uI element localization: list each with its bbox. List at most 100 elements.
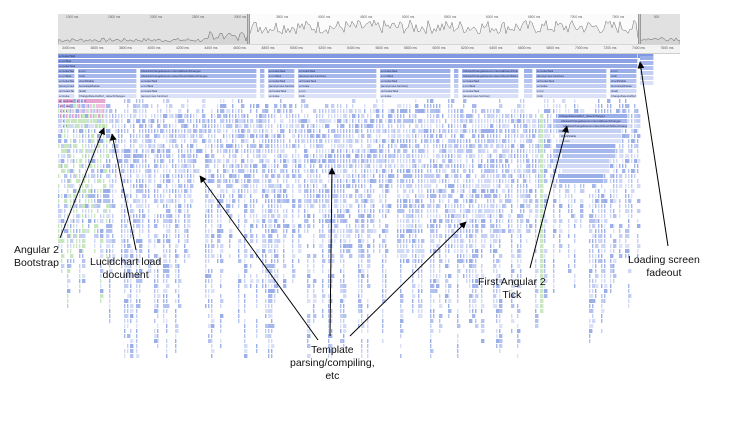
flame-bar[interactable] <box>412 179 414 183</box>
flame-bar[interactable] <box>490 219 492 223</box>
flame-bar[interactable] <box>124 179 126 183</box>
flame-bar[interactable] <box>244 214 246 218</box>
flame-bar[interactable] <box>343 239 347 243</box>
flame-bar[interactable] <box>589 339 591 343</box>
flame-bar[interactable] <box>448 124 450 128</box>
flame-bar[interactable] <box>256 189 258 193</box>
flame-bar[interactable] <box>340 184 342 188</box>
flame-bar[interactable] <box>406 144 408 148</box>
flame-bar[interactable] <box>370 114 372 118</box>
flame-bar[interactable] <box>229 114 231 118</box>
flame-bar[interactable] <box>376 139 378 143</box>
flame-bar[interactable] <box>334 219 336 223</box>
flame-bar[interactable] <box>187 149 189 153</box>
flame-bar[interactable] <box>260 79 265 83</box>
flame-bar[interactable] <box>481 194 483 198</box>
flame-bar[interactable] <box>61 234 63 238</box>
flame-bar[interactable] <box>106 169 108 173</box>
flame-bar[interactable] <box>460 194 464 198</box>
flame-bar[interactable] <box>142 129 144 133</box>
flame-bar[interactable] <box>211 269 213 273</box>
flame-bar[interactable] <box>286 174 290 178</box>
flame-bar[interactable] <box>439 214 441 218</box>
flame-bar[interactable] <box>91 189 93 193</box>
flame-bar[interactable] <box>475 259 477 263</box>
flame-bar[interactable] <box>418 189 420 193</box>
flame-bar[interactable] <box>166 174 170 178</box>
flame-bar[interactable] <box>271 144 273 148</box>
flame-bar[interactable] <box>154 159 156 163</box>
flame-bar[interactable] <box>256 294 258 298</box>
flame-bar[interactable] <box>220 114 222 118</box>
flame-bar[interactable] <box>445 204 447 208</box>
flame-bar[interactable] <box>547 109 551 113</box>
flame-bar[interactable] <box>502 114 504 118</box>
flame-bar[interactable] <box>418 309 420 313</box>
flame-bar[interactable] <box>244 194 246 198</box>
flame-bar[interactable] <box>112 164 114 168</box>
flame-bar[interactable] <box>64 114 66 118</box>
flame-bar[interactable] <box>520 124 522 128</box>
flame-bar[interactable] <box>79 269 81 273</box>
flame-bar[interactable] <box>76 144 78 148</box>
flame-bar[interactable] <box>109 109 113 113</box>
flame-bar[interactable] <box>64 139 68 143</box>
flame-bar[interactable] <box>448 304 450 308</box>
flame-bar[interactable] <box>211 199 215 203</box>
flame-bar[interactable] <box>439 274 441 278</box>
flame-bar[interactable] <box>274 119 276 123</box>
flame-bar[interactable] <box>76 174 78 178</box>
flame-bar[interactable] <box>310 189 312 193</box>
flame-bar[interactable] <box>490 174 492 178</box>
flame-bar[interactable] <box>310 164 312 168</box>
flame-bar[interactable] <box>181 184 183 188</box>
flame-bar[interactable] <box>139 229 141 233</box>
flame-bar[interactable] <box>187 224 191 228</box>
flame-bar[interactable] <box>265 299 267 303</box>
flame-bar[interactable] <box>313 254 317 258</box>
flame-bar[interactable] <box>217 169 219 173</box>
flame-bar[interactable] <box>526 189 528 193</box>
flame-bar[interactable] <box>535 169 537 173</box>
flame-bar[interactable] <box>124 234 126 238</box>
flame-bar[interactable] <box>175 329 179 333</box>
flame-bar[interactable] <box>100 154 102 158</box>
flame-bar[interactable] <box>445 179 447 183</box>
flame-bar[interactable] <box>151 139 153 143</box>
flame-bar[interactable] <box>574 259 576 263</box>
flame-bar[interactable] <box>448 249 450 253</box>
flame-bar[interactable] <box>535 149 537 153</box>
flame-bar[interactable] <box>148 224 150 228</box>
flame-bar[interactable] <box>448 274 452 278</box>
flame-bar[interactable] <box>529 199 533 203</box>
flame-bar[interactable] <box>499 174 501 178</box>
flame-bar[interactable] <box>190 179 192 183</box>
flame-bar[interactable] <box>430 304 432 308</box>
flame-bar[interactable] <box>196 139 198 143</box>
flame-bar[interactable] <box>544 119 546 123</box>
flame-bar[interactable] <box>61 259 63 263</box>
flame-bar[interactable] <box>274 149 276 153</box>
flame-bar[interactable] <box>352 149 354 153</box>
flame-bar[interactable] <box>166 184 168 188</box>
flame-bar[interactable] <box>442 164 444 168</box>
flame-bar[interactable] <box>163 214 165 218</box>
flame-bar[interactable] <box>79 284 81 288</box>
flame-bar[interactable] <box>238 279 242 283</box>
flame-bar[interactable] <box>208 294 210 298</box>
flame-bar[interactable] <box>346 204 348 208</box>
flame-bar[interactable] <box>262 254 264 258</box>
flame-bar[interactable] <box>172 144 174 148</box>
flame-bar[interactable] <box>115 124 117 128</box>
flame-bar[interactable] <box>400 354 402 358</box>
flame-bar[interactable] <box>160 184 162 188</box>
flame-bar[interactable] <box>130 179 132 183</box>
flame-bar[interactable] <box>316 124 318 128</box>
flame-bar[interactable] <box>457 164 459 168</box>
flame-bar[interactable] <box>193 114 195 118</box>
flame-bar[interactable] <box>124 169 126 173</box>
flame-bar[interactable] <box>268 144 270 148</box>
flame-bar[interactable] <box>532 164 534 168</box>
flame-bar[interactable] <box>163 144 165 148</box>
flame-bar[interactable] <box>331 214 333 218</box>
